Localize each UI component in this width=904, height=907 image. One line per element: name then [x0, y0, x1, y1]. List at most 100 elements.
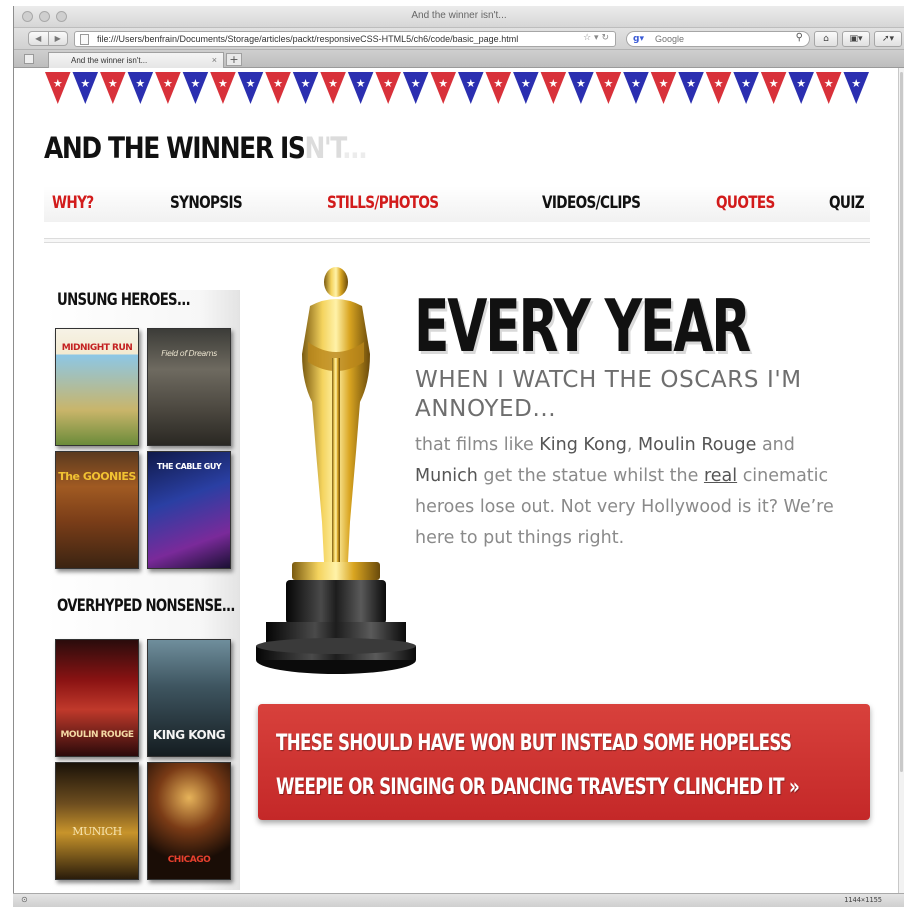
scrollbar-thumb[interactable]	[900, 72, 903, 772]
heading-overhyped: OVERHYPED NONSENSE...	[57, 596, 235, 616]
star-icon: ★	[53, 77, 63, 90]
sidebar: UNSUNG HEROES... MIDNIGHT RUN Field of D…	[44, 290, 240, 890]
poster-chicago[interactable]: CHICAGO	[147, 762, 231, 880]
forward-icon[interactable]: ▶	[47, 32, 68, 45]
bookmark-icon[interactable]: ▣▾	[842, 31, 870, 47]
site-title-dots: ...	[342, 131, 368, 165]
star-icon: ★	[686, 77, 696, 90]
poster-title: CHICAGO	[167, 855, 211, 865]
site-title-main: AND THE WINNER IS	[44, 131, 306, 165]
body-text: get the statue whilst the	[477, 466, 704, 486]
star-icon: ★	[548, 77, 558, 90]
tab-bar: And the winner isn't... × +	[14, 50, 904, 68]
star-icon: ★	[383, 77, 393, 90]
address-bar[interactable]: file:///Users/benfrain/Documents/Storage…	[74, 31, 616, 47]
tab-overview-icon[interactable]	[24, 54, 34, 64]
star-icon: ★	[438, 77, 448, 90]
status-icon: ⊙	[21, 895, 28, 904]
star-icon: ★	[135, 77, 145, 90]
star-icon: ★	[493, 77, 503, 90]
star-icon: ★	[714, 77, 724, 90]
site-title-fade: N'T	[304, 131, 343, 165]
nav-item-why[interactable]: WHY?	[52, 193, 94, 213]
status-size: 1144×1155	[844, 896, 882, 904]
star-icon: ★	[80, 77, 90, 90]
body-text: and	[756, 435, 795, 455]
url-text[interactable]: file:///Users/benfrain/Documents/Storage…	[97, 34, 567, 44]
body-text: that films like	[415, 435, 540, 455]
poster-title: KING KONG	[152, 728, 226, 742]
star-icon: ★	[163, 77, 173, 90]
poster-cable-guy[interactable]: THE CABLE GUY	[147, 451, 231, 569]
star-icon: ★	[218, 77, 228, 90]
star-icon: ★	[273, 77, 283, 90]
poster-title: MUNICH	[72, 825, 122, 838]
star-icon: ★	[411, 77, 421, 90]
nav-item-stills[interactable]: STILLS/PHOTOS	[327, 193, 439, 213]
star-icon: ★	[603, 77, 613, 90]
tab-active[interactable]: And the winner isn't... ×	[48, 52, 224, 68]
star-icon: ★	[246, 77, 256, 90]
tab-label: And the winner isn't...	[71, 56, 148, 65]
cta-button[interactable]: THESE SHOULD HAVE WON BUT INSTEAD SOME H…	[258, 704, 870, 820]
back-icon[interactable]: ◀	[29, 32, 48, 45]
search-icon[interactable]: ⚲	[796, 32, 803, 43]
star-icon: ★	[190, 77, 200, 90]
poster-title: MOULIN ROUGE	[60, 730, 134, 740]
nav-item-quotes[interactable]: QUOTES	[716, 193, 775, 213]
star-icon[interactable]: ☆	[583, 33, 591, 43]
film-king-kong: King Kong	[539, 435, 627, 455]
film-munich: Munich	[415, 466, 478, 486]
nav-item-synopsis[interactable]: SYNOPSIS	[170, 193, 243, 213]
nav-item-quiz[interactable]: QUIZ	[829, 193, 865, 213]
close-icon[interactable]: ×	[212, 55, 217, 65]
window-titlebar: And the winner isn't...	[14, 6, 904, 28]
star-icon: ★	[108, 77, 118, 90]
poster-munich[interactable]: MUNICH	[55, 762, 139, 880]
search-input[interactable]	[655, 33, 785, 45]
browser-toolbar: ◀ ▶ file:///Users/benfrain/Documents/Sto…	[14, 28, 904, 50]
poster-title: THE CABLE GUY	[156, 462, 222, 471]
google-icon: g▾	[633, 34, 644, 44]
nav-divider	[44, 238, 870, 243]
bunting-decoration: ★ ★ ★ ★ ★ ★ ★ ★ ★ ★ ★ ★ ★ ★ ★ ★ ★ ★ ★ ★ ★ ★ ★ ★ ★ ★ ★ ★ ★ ★	[45, 72, 869, 104]
poster-title: MIDNIGHT RUN	[61, 343, 133, 353]
poster-title: The GOONIES	[58, 470, 136, 483]
star-icon: ★	[741, 77, 751, 90]
star-icon: ★	[824, 77, 834, 90]
star-icon: ★	[328, 77, 338, 90]
star-icon: ★	[521, 77, 531, 90]
hero-subhead: WHEN I WATCH THE OSCARS I'M ANNOYED...	[415, 367, 802, 422]
window-title: And the winner isn't...	[411, 10, 507, 21]
site-title: AND THE WINNER ISN'T...	[44, 131, 368, 165]
main-nav: WHY? SYNOPSIS STILLS/PHOTOS VIDEOS/CLIPS…	[44, 186, 870, 222]
page-icon	[80, 34, 89, 45]
window-frame-left	[13, 68, 14, 894]
poster-field-of-dreams[interactable]: Field of Dreams	[147, 328, 231, 446]
star-icon: ★	[466, 77, 476, 90]
poster-king-kong[interactable]: KING KONG	[147, 639, 231, 757]
poster-goonies[interactable]: The GOONIES	[55, 451, 139, 569]
nav-item-videos[interactable]: VIDEOS/CLIPS	[542, 193, 641, 213]
poster-midnight-run[interactable]: MIDNIGHT RUN	[55, 328, 139, 446]
body-emphasis-real: real	[703, 466, 738, 486]
reload-icon[interactable]: ↻	[601, 33, 609, 43]
film-moulin-rouge: Moulin Rouge	[638, 435, 757, 455]
hero-body: that films like King Kong, Moulin Rouge …	[415, 430, 855, 554]
heading-unsung-heroes: UNSUNG HEROES...	[57, 290, 191, 310]
home-icon[interactable]: ⌂	[814, 31, 838, 47]
star-icon: ★	[796, 77, 806, 90]
new-tab-button[interactable]: +	[226, 53, 242, 66]
body-text: ,	[626, 435, 639, 455]
oscar-statue-image	[256, 267, 416, 674]
star-icon: ★	[769, 77, 779, 90]
url-controls: ☆ ▾ ↻	[583, 33, 609, 43]
search-bar[interactable]: g▾ ⚲	[626, 31, 810, 47]
poster-title: Field of Dreams	[161, 349, 217, 358]
star-icon: ★	[301, 77, 311, 90]
cta-label: THESE SHOULD HAVE WON BUT INSTEAD SOME H…	[276, 731, 800, 800]
dropdown-icon[interactable]: ▾	[594, 33, 599, 43]
tools-icon[interactable]: ➚▾	[874, 31, 902, 47]
poster-moulin-rouge[interactable]: MOULIN ROUGE	[55, 639, 139, 757]
star-icon: ★	[659, 77, 669, 90]
